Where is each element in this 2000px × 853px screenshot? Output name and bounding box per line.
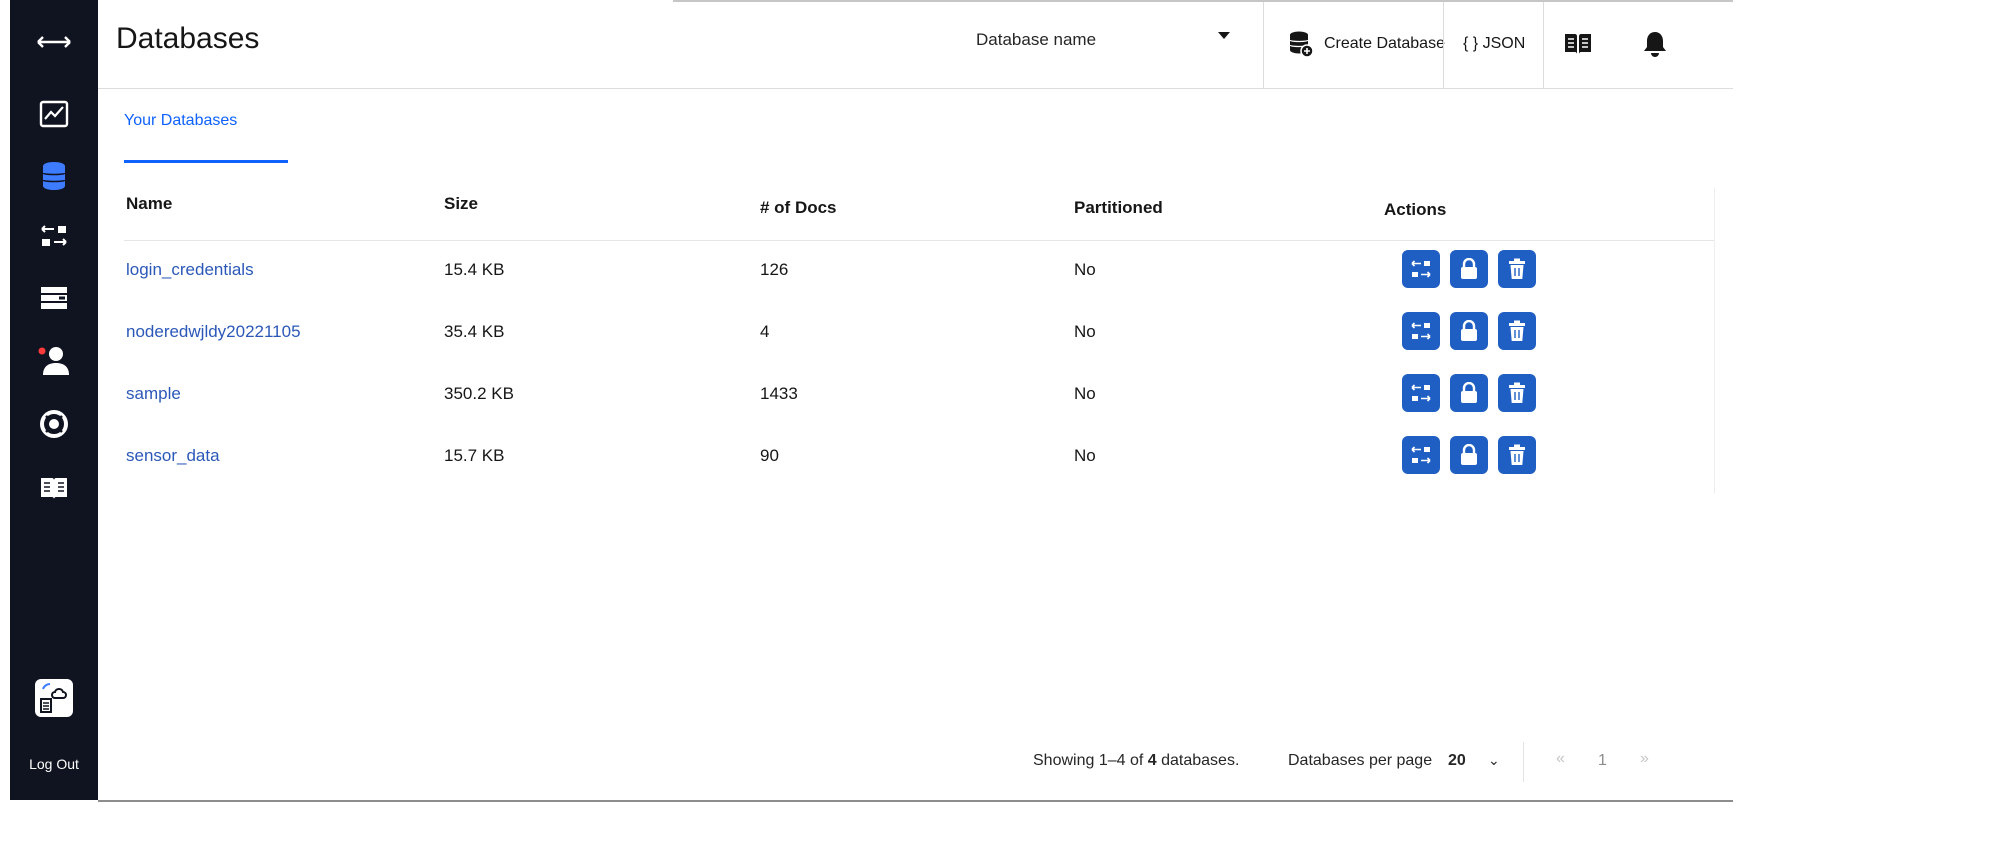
row-actions: [1402, 312, 1536, 350]
replicate-button[interactable]: [1402, 436, 1440, 474]
database-doc-count: 4: [760, 322, 770, 341]
chevron-down-icon: ⌄: [1488, 752, 1500, 768]
header-divider: [1443, 2, 1444, 88]
current-page[interactable]: 1: [1598, 752, 1607, 770]
row-actions: [1402, 374, 1536, 412]
sidebar-nav: Log Out: [10, 0, 98, 800]
pagination-divider: [1523, 742, 1524, 782]
status-suffix: databases.: [1156, 752, 1240, 769]
active-tasks-icon[interactable]: [10, 276, 98, 320]
database-doc-count: 90: [760, 446, 779, 465]
permissions-button[interactable]: [1450, 436, 1488, 474]
databases-icon[interactable]: [10, 154, 98, 198]
next-page-button[interactable]: »: [1640, 750, 1649, 768]
account-icon[interactable]: [10, 338, 98, 382]
row-actions: [1402, 436, 1536, 474]
per-page-label: Databases per page: [1288, 752, 1433, 769]
permissions-button[interactable]: [1450, 250, 1488, 288]
database-size: 15.7 KB: [444, 446, 505, 465]
database-doc-count: 1433: [760, 384, 798, 403]
databases-table: Name Size # of Docs Partitioned Actions …: [124, 188, 1715, 493]
delete-button[interactable]: [1498, 250, 1536, 288]
tab-active-indicator: [124, 160, 288, 163]
column-header-name[interactable]: Name: [126, 194, 172, 214]
permissions-button[interactable]: [1450, 374, 1488, 412]
database-size: 35.4 KB: [444, 322, 505, 341]
pagination-footer: Showing 1–4 of 4 databases. Databases pe…: [98, 742, 1733, 782]
json-label: { } JSON: [1463, 35, 1526, 52]
page-title: Databases: [116, 22, 260, 55]
lock-icon: [1461, 320, 1477, 341]
database-partitioned: No: [1074, 322, 1096, 341]
header-bar: Databases Database name Create Database …: [98, 0, 1733, 89]
header-divider: [1263, 2, 1264, 88]
header-divider: [1543, 2, 1544, 88]
documentation-icon[interactable]: [10, 466, 98, 510]
pagination-status: Showing 1–4 of 4 databases.: [1033, 752, 1239, 770]
database-name-select[interactable]: Database name: [976, 24, 1336, 60]
main-panel: Databases Database name Create Database …: [98, 0, 1733, 802]
trash-icon: [1509, 444, 1525, 465]
replicate-button[interactable]: [1402, 250, 1440, 288]
database-size: 350.2 KB: [444, 384, 514, 403]
database-partitioned: No: [1074, 260, 1096, 279]
table-row: noderedwjldy20221105 35.4 KB 4 No: [124, 304, 1714, 366]
bell-icon: [1644, 32, 1666, 57]
per-page-value: 20: [1448, 752, 1466, 769]
expand-icon[interactable]: [10, 20, 98, 64]
column-header-size[interactable]: Size: [444, 194, 478, 214]
trash-icon: [1509, 382, 1525, 403]
delete-button[interactable]: [1498, 374, 1536, 412]
tab-your-databases[interactable]: Your Databases: [124, 112, 237, 130]
row-actions: [1402, 250, 1536, 288]
database-doc-count: 126: [760, 260, 789, 279]
trash-icon: [1509, 258, 1525, 279]
database-name-link[interactable]: login_credentials: [126, 260, 254, 280]
caret-down-icon: [1218, 32, 1230, 39]
status-count: 4: [1147, 752, 1157, 769]
database-name-link[interactable]: sample: [126, 384, 181, 404]
lock-icon: [1461, 444, 1477, 465]
logout-link[interactable]: Log Out: [10, 756, 98, 772]
column-header-actions: Actions: [1384, 200, 1447, 219]
permissions-button[interactable]: [1450, 312, 1488, 350]
status-prefix: Showing 1–4 of: [1033, 752, 1148, 769]
database-name-link[interactable]: sensor_data: [126, 446, 220, 466]
column-header-docs[interactable]: # of Docs: [760, 198, 837, 218]
support-icon[interactable]: [10, 402, 98, 446]
book-icon: [1565, 34, 1591, 54]
table-header-divider: [124, 240, 1714, 241]
replication-icon: [1411, 260, 1431, 278]
json-button[interactable]: { } JSON: [1463, 0, 1525, 88]
create-database-label: Create Database: [1324, 35, 1445, 52]
replication-icon: [1411, 446, 1431, 464]
dashboard-icon[interactable]: [10, 92, 98, 136]
database-add-icon: [1289, 31, 1314, 58]
database-name-link[interactable]: noderedwjldy20221105: [126, 322, 301, 342]
database-partitioned: No: [1074, 384, 1096, 403]
table-row: login_credentials 15.4 KB 126 No: [124, 242, 1714, 304]
cloud-app-icon[interactable]: [10, 668, 98, 728]
delete-button[interactable]: [1498, 312, 1536, 350]
replicate-button[interactable]: [1402, 312, 1440, 350]
lock-icon: [1461, 382, 1477, 403]
previous-page-button[interactable]: «: [1556, 750, 1565, 768]
create-database-button[interactable]: Create Database: [1288, 0, 1445, 88]
column-header-partitioned: Partitioned: [1074, 198, 1163, 217]
database-select-label: Database name: [976, 30, 1097, 49]
per-page-select[interactable]: 20 ⌄: [1436, 746, 1510, 778]
documentation-button[interactable]: [1564, 0, 1592, 88]
replication-icon: [1411, 322, 1431, 340]
replication-icon: [1411, 384, 1431, 402]
replicate-button[interactable]: [1402, 374, 1440, 412]
trash-icon: [1509, 320, 1525, 341]
delete-button[interactable]: [1498, 436, 1536, 474]
database-size: 15.4 KB: [444, 260, 505, 279]
table-row: sample 350.2 KB 1433 No: [124, 366, 1714, 428]
table-row: sensor_data 15.7 KB 90 No: [124, 428, 1714, 490]
database-partitioned: No: [1074, 446, 1096, 465]
lock-icon: [1461, 258, 1477, 279]
notifications-button[interactable]: [1643, 0, 1667, 88]
replication-icon[interactable]: [10, 214, 98, 258]
